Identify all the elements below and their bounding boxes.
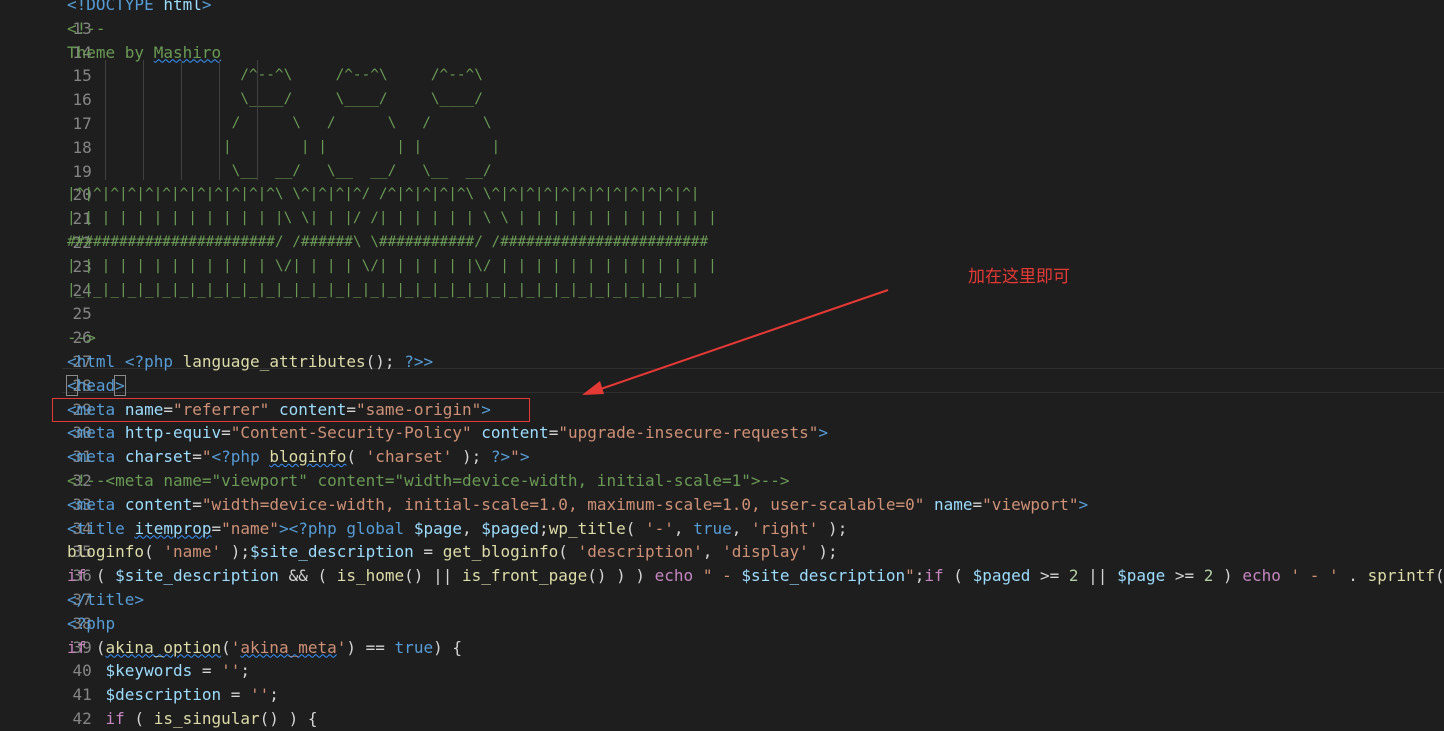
code-line[interactable]: 31 <meta http-equiv="Content-Security-Po… [0, 421, 1444, 466]
line-code: <meta charset="<?php bloginfo( 'charset'… [67, 447, 530, 467]
code-line[interactable]: 13 <!DOCTYPE html> [0, 0, 1444, 38]
line-code: <title itemprop="name"><?php global $pag… [67, 518, 848, 538]
line-code: <!--<meta name="viewport" content="width… [67, 470, 790, 490]
line-code: / \ / \ / \ [67, 114, 492, 131]
code-editor[interactable]: 13 <!DOCTYPE html> 14 <!-- 15 Theme by M… [0, 0, 1444, 731]
line-code: <head> [66, 374, 126, 396]
line-code: | | | | | | | | | | | | \/| | | | \/| | … [67, 257, 717, 274]
code-line[interactable]: 27 --> [0, 326, 1444, 371]
indent-guide [143, 60, 144, 180]
code-line[interactable]: 22 | | | | | | | | | | | | |\ \| | |/ /|… [0, 207, 1444, 252]
code-line[interactable]: 33 <!--<meta name="viewport" content="wi… [0, 469, 1444, 514]
line-code: \____/ \____/ \____/ [67, 91, 483, 108]
code-line[interactable]: 29 <head> [0, 374, 1444, 419]
code-line[interactable]: 34 <meta content="width=device-width, in… [0, 493, 1444, 538]
line-code: <meta http-equiv="Content-Security-Polic… [67, 423, 829, 443]
code-line[interactable]: 15 Theme by Mashiro [0, 41, 1444, 86]
line-code: bloginfo( 'name' );$site_description = g… [67, 542, 838, 562]
line-code: $description = ''; [105, 685, 279, 705]
line-code: | | | | | | | | | | | | |\ \| | |/ /| | … [67, 210, 717, 227]
line-code: <html <?php language_attributes(); ?>> [67, 351, 434, 371]
code-line[interactable]: 32 <meta charset="<?php bloginfo( 'chars… [0, 445, 1444, 490]
code-line[interactable]: 26 [0, 302, 1444, 347]
code-line[interactable]: 39 <?php [0, 612, 1444, 657]
line-code: <!DOCTYPE html> [67, 0, 212, 14]
line-code: |_|_|_|_|_|_|_|_|_|_|_|_|_|_|_|_|_|_|_|_… [67, 281, 700, 298]
line-code: /^--^\ /^--^\ /^--^\ [67, 67, 483, 84]
code-line[interactable]: 28 <html <?php language_attributes(); ?>… [0, 350, 1444, 395]
code-line[interactable]: 23 ########################/ /######\ \#… [0, 231, 1444, 276]
indent-guide [181, 60, 182, 180]
code-line[interactable]: 18 / \ / \ / \ [0, 112, 1444, 157]
code-area[interactable]: 13 <!DOCTYPE html> 14 <!-- 15 Theme by M… [0, 0, 1444, 731]
code-line[interactable]: 42 $description = ''; [0, 683, 1444, 728]
code-line[interactable]: 40 if (akina_option('akina_meta') == tru… [0, 636, 1444, 681]
indent-guide [219, 60, 220, 180]
line-code: | | | | | | [67, 138, 501, 155]
code-line[interactable]: 21 |^|^|^|^|^|^|^|^|^|^|^|^\ \^|^|^|^/ /… [0, 183, 1444, 228]
code-line[interactable]: 37 if ( $site_description && ( is_home()… [0, 564, 1444, 609]
code-line[interactable]: 38 </title> [0, 588, 1444, 633]
line-code: if ( is_singular() ) { [105, 708, 318, 728]
line-code: Theme by Mashiro [67, 42, 222, 62]
annotation-label: 加在这里即可 [968, 267, 1070, 287]
indent-guide [257, 60, 258, 180]
code-line[interactable]: 43 if ( is_singular() ) { [0, 707, 1444, 731]
highlight-box [52, 398, 530, 422]
code-line[interactable]: 20 \__ __/ \__ __/ \__ __/ [0, 160, 1444, 205]
line-code: <!-- [67, 18, 106, 38]
code-line[interactable]: 35 <title itemprop="name"><?php global $… [0, 517, 1444, 562]
code-line[interactable]: 41 $keywords = ''; [0, 659, 1444, 704]
line-code: if (akina_option('akina_meta') == true) … [67, 637, 462, 657]
line-code: --> [67, 328, 96, 348]
code-line[interactable]: 14 <!-- [0, 17, 1444, 62]
line-code: \__ __/ \__ __/ \__ __/ [67, 162, 492, 179]
indent-guide [105, 60, 106, 180]
code-line[interactable]: 16 /^--^\ /^--^\ /^--^\ [0, 64, 1444, 109]
line-code: |^|^|^|^|^|^|^|^|^|^|^|^\ \^|^|^|^/ /^|^… [67, 186, 700, 203]
code-line[interactable]: 17 \____/ \____/ \____/ [0, 88, 1444, 133]
line-code: <?php [67, 613, 116, 633]
code-line[interactable]: 36 bloginfo( 'name' );$site_description … [0, 540, 1444, 585]
line-code: <meta content="width=device-width, initi… [67, 494, 1089, 514]
line-code: if ( $site_description && ( is_home() ||… [67, 566, 1444, 586]
line-code: $keywords = ''; [105, 661, 251, 681]
code-line[interactable]: 19 | | | | | | [0, 136, 1444, 181]
code-line[interactable]: 25 |_|_|_|_|_|_|_|_|_|_|_|_|_|_|_|_|_|_|… [0, 279, 1444, 324]
line-code: ########################/ /######\ \####… [67, 233, 709, 250]
line-code: </title> [67, 589, 145, 609]
code-line[interactable]: 24 | | | | | | | | | | | | \/| | | | \/|… [0, 255, 1444, 300]
